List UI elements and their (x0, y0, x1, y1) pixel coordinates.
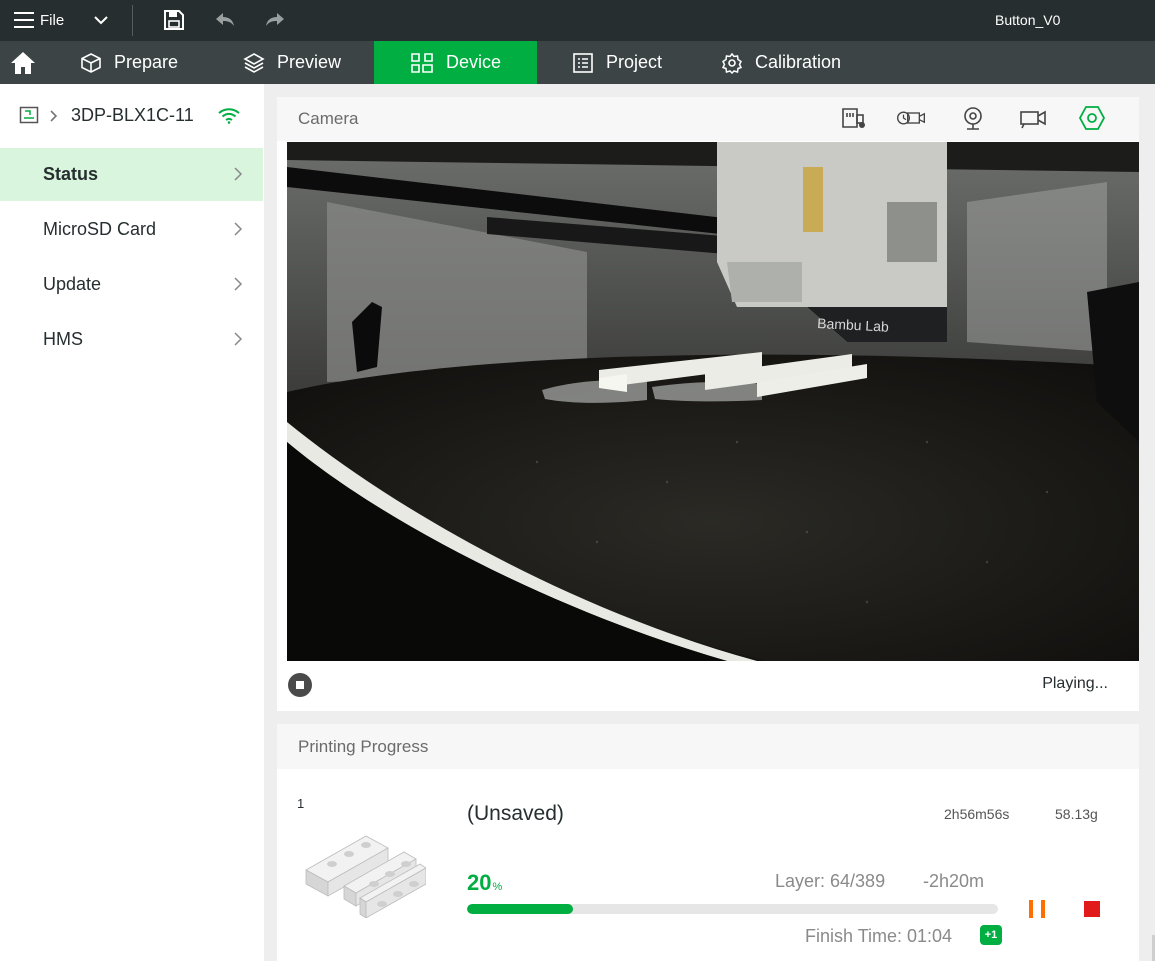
printing-progress-panel: Printing Progress 1 (Unsaved) 2h56m56s 5… (277, 724, 1139, 961)
tab-preview[interactable]: Preview (243, 41, 363, 84)
tab-calibration[interactable]: Calibration (721, 41, 871, 84)
video-camera-icon[interactable] (1018, 105, 1048, 131)
chevron-right-icon (50, 110, 58, 122)
chevron-down-icon[interactable] (92, 12, 110, 28)
layer-count: Layer: 64/389 (775, 871, 886, 891)
tab-device-label: Device (446, 52, 502, 72)
job-name: (Unsaved) (467, 802, 564, 825)
save-icon[interactable] (162, 9, 186, 31)
home-button[interactable] (0, 41, 46, 84)
progress-bar (467, 904, 998, 914)
chevron-right-icon (234, 332, 243, 346)
sidebar-item-label: Status (43, 164, 99, 184)
project-name: Button_V0 (995, 12, 1061, 28)
cube-icon (81, 52, 101, 73)
chevron-right-icon (234, 277, 243, 291)
sidebar-item-microsd[interactable]: MicroSD Card (0, 203, 263, 256)
tab-prepare-label: Prepare (114, 52, 179, 72)
file-menu[interactable]: File (14, 9, 64, 31)
sidebar-item-update[interactable]: Update (0, 258, 263, 311)
device-selector[interactable]: 3DP-BLX1C-11 (0, 84, 264, 146)
estimated-total-time: 2h56m56s (944, 806, 1010, 822)
chevron-right-icon (234, 222, 243, 236)
camera-feed-image: Bambu Lab (287, 142, 1139, 661)
tab-project[interactable]: Project (572, 41, 692, 84)
progress-percent: 20% (467, 870, 502, 896)
camera-status-text: Playing... (1042, 675, 1108, 692)
camera-header: Camera (277, 97, 1139, 141)
home-icon (11, 51, 35, 74)
sidebar-item-status[interactable]: Status (0, 148, 263, 201)
wifi-icon (218, 108, 240, 124)
progress-bar-fill (467, 904, 574, 914)
camera-footer: Playing... (277, 661, 1139, 711)
title-bar: File Button_V0 (0, 0, 1155, 41)
sidebar-item-label: MicroSD Card (43, 219, 157, 239)
device-icon (411, 52, 433, 73)
filament-weight: 58.13g (1055, 806, 1098, 822)
chevron-right-icon (234, 167, 243, 181)
toolbar-divider (132, 5, 133, 36)
progress-title: Printing Progress (298, 737, 429, 756)
model-thumbnail (305, 835, 426, 918)
main-tab-bar: Prepare Preview Device Project Calibrati… (0, 41, 1155, 84)
progress-header: Printing Progress (277, 724, 1139, 769)
webcam-icon[interactable] (958, 105, 988, 131)
pause-button[interactable] (1028, 900, 1046, 918)
remaining-time: -2h20m (923, 871, 985, 891)
tab-prepare[interactable]: Prepare (80, 41, 200, 84)
camera-panel: Camera Bambu Lab Playing... (277, 97, 1139, 711)
device-sidebar: 3DP-BLX1C-11 Status MicroSD Card Update … (0, 84, 264, 961)
tab-preview-label: Preview (277, 52, 342, 72)
printer-icon (19, 106, 39, 124)
progress-percent-unit: % (492, 881, 503, 893)
sidebar-item-hms[interactable]: HMS (0, 313, 263, 366)
stop-print-button[interactable] (1084, 901, 1100, 917)
layers-icon (243, 52, 265, 73)
sidebar-item-label: HMS (43, 329, 83, 349)
sidebar-item-label: Update (43, 274, 102, 294)
day-offset-badge: +1 (980, 925, 1002, 945)
hamburger-icon (14, 12, 34, 28)
sd-card-record-icon[interactable] (838, 105, 868, 131)
tab-project-label: Project (606, 52, 663, 72)
list-icon (573, 52, 593, 73)
stop-stream-button[interactable] (288, 673, 312, 697)
finish-time: Finish Time: 01:04 (805, 926, 953, 946)
tab-calibration-label: Calibration (755, 52, 842, 72)
timelapse-icon[interactable] (896, 105, 926, 131)
camera-title: Camera (298, 109, 359, 128)
undo-icon[interactable] (213, 9, 237, 31)
camera-live-view[interactable]: Bambu Lab (287, 142, 1139, 661)
gear-icon (721, 52, 743, 74)
file-menu-label: File (40, 11, 65, 29)
redo-icon[interactable] (263, 9, 287, 31)
tab-device[interactable]: Device (374, 41, 537, 84)
settings-hex-icon[interactable] (1077, 105, 1107, 131)
progress-percent-value: 20 (467, 870, 492, 895)
device-name: 3DP-BLX1C-11 (71, 105, 194, 125)
